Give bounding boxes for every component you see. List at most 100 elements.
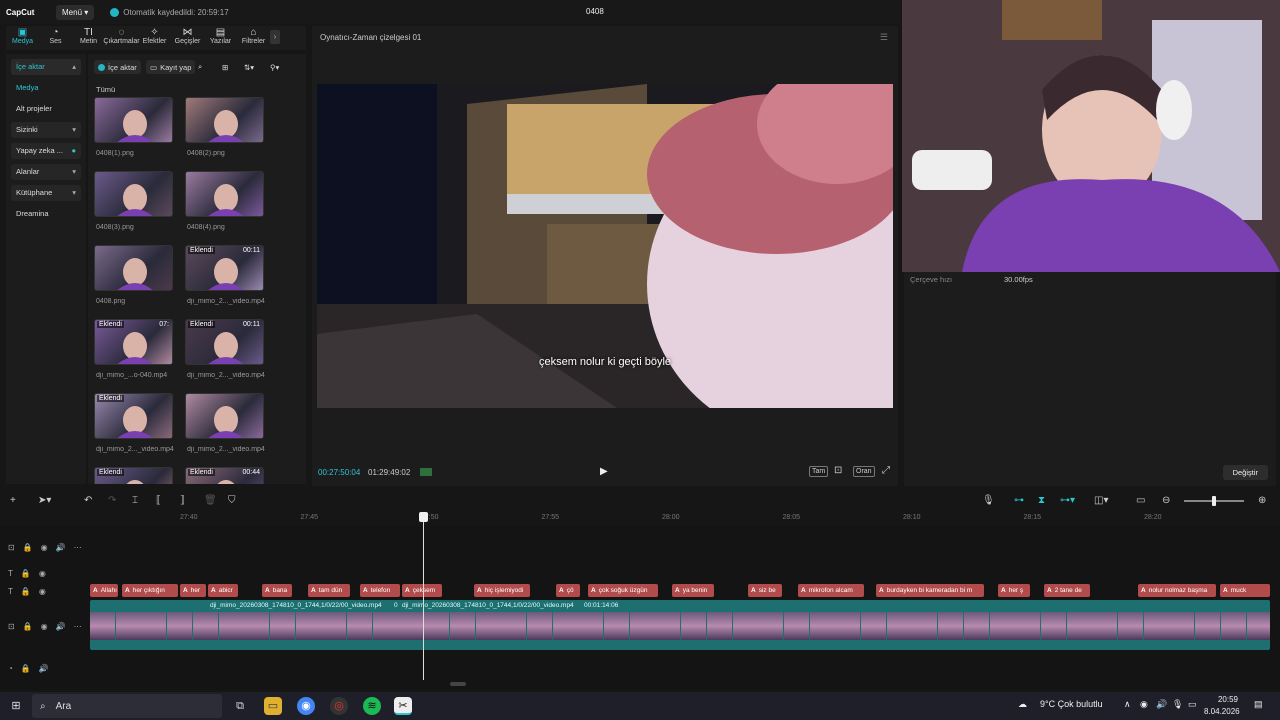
task-view-icon[interactable]: ⧉ <box>231 697 249 715</box>
media-thumbnail[interactable] <box>94 245 173 291</box>
media-thumbnail[interactable] <box>185 393 264 439</box>
eye-icon[interactable]: ◉ <box>39 569 46 578</box>
aspect-icon[interactable]: ◫▾ <box>1094 495 1108 506</box>
more-icon[interactable]: ⋯ <box>74 543 82 552</box>
chrome-icon[interactable]: ◉ <box>297 697 315 715</box>
volume-icon[interactable]: 🔊 <box>56 622 66 631</box>
windows-start-icon[interactable]: ⊞ <box>7 697 25 715</box>
nav-item-2[interactable]: Alt projeler <box>11 101 81 117</box>
text-clip[interactable]: Ahiç işlemiyodi <box>474 584 530 597</box>
media-thumbnail[interactable] <box>185 171 264 217</box>
text-clip[interactable]: Atam dün <box>308 584 350 597</box>
text-clip[interactable]: Açok soğuk üzgün <box>588 584 658 597</box>
zoom-slider[interactable] <box>1184 496 1244 506</box>
import-button[interactable]: İçe aktar <box>94 60 141 74</box>
preview-axis-icon[interactable]: ⊶▾ <box>1060 495 1075 506</box>
obs-icon[interactable]: ◎ <box>330 697 348 715</box>
nav-item-3[interactable]: Sizinki ▾ <box>11 122 81 138</box>
file-explorer-icon[interactable]: ▭ <box>264 697 282 715</box>
playhead[interactable] <box>419 512 428 680</box>
media-thumbnail[interactable]: Eklendi 00:11 <box>185 319 264 365</box>
clock-date[interactable]: 8.04.2026 <box>1204 707 1240 716</box>
tray-mic-icon[interactable]: 🎙 <box>1172 699 1183 710</box>
taskbar-search[interactable]: ⌕ Ara <box>32 694 222 718</box>
nav-item-6[interactable]: Kütüphane ▾ <box>11 185 81 201</box>
media-thumbnail[interactable]: Eklendi <box>94 393 173 439</box>
media-thumbnail[interactable]: Eklendi 07: <box>94 319 173 365</box>
text-clip[interactable]: Açö <box>556 584 580 597</box>
full-quality-button[interactable]: Tam <box>809 466 829 477</box>
text-clip[interactable]: Aher çıktığın <box>122 584 178 597</box>
lock-icon[interactable]: 🔒 <box>23 543 33 552</box>
nav-item-1[interactable]: Medya <box>11 80 81 96</box>
text-clip[interactable]: Aya benin <box>672 584 714 597</box>
eye-icon[interactable]: ◉ <box>41 622 48 631</box>
text-clip[interactable]: Aabicr <box>208 584 238 597</box>
text-clip[interactable]: Açeksem <box>402 584 442 597</box>
tab-captions[interactable]: ▤ Yazılar <box>204 26 237 50</box>
tab-audio[interactable]: ◔ Ses <box>39 26 72 50</box>
tray-record-icon[interactable]: ◉ <box>1140 699 1148 710</box>
add-track-icon[interactable]: + <box>10 495 16 506</box>
sort-icon[interactable]: ⇅▾ <box>240 60 258 74</box>
tab-filters[interactable]: ⌂ Filtreler <box>237 26 270 50</box>
redo-icon[interactable]: ↷ <box>108 495 116 506</box>
play-button[interactable]: ▶ <box>600 466 608 477</box>
nav-item-7[interactable]: Dreamina <box>11 206 81 222</box>
menu-icon[interactable]: ☰ <box>880 32 888 43</box>
split-icon[interactable]: ⌶ <box>132 495 138 506</box>
clock-time[interactable]: 20:59 <box>1210 695 1238 704</box>
marker-icon[interactable]: ⛉ <box>228 495 236 506</box>
text-clip[interactable]: Amikrofon alcam <box>798 584 864 597</box>
fit-icon[interactable]: ⊡ <box>834 465 842 476</box>
link-icon[interactable]: ⊶ <box>1014 495 1024 506</box>
search-icon[interactable]: ⌕ <box>194 60 206 74</box>
zoom-in-icon[interactable]: ⊕ <box>1258 495 1266 506</box>
notification-icon[interactable]: ▤ <box>1254 699 1263 710</box>
snap-icon[interactable]: ⧗ <box>1038 495 1045 506</box>
weather-text[interactable]: 9°C Çok bulutlu <box>1040 699 1103 709</box>
tab-text[interactable]: TI Metin <box>72 26 105 50</box>
all-filter[interactable]: Tümü <box>96 85 115 94</box>
video-preview[interactable]: çeksem nolur ki geçti böyle <box>317 84 893 408</box>
text-clip[interactable]: Asiz be <box>748 584 782 597</box>
text-clip[interactable]: A2 tane de <box>1044 584 1090 597</box>
weather-icon[interactable]: ☁ <box>1018 699 1027 710</box>
tab-effects[interactable]: ✧ Efektler <box>138 26 171 50</box>
microphone-icon[interactable]: 🎙 <box>982 495 995 506</box>
text-clip[interactable]: Aher <box>180 584 206 597</box>
nav-item-0[interactable]: İçe aktar ▴ <box>11 59 81 75</box>
lock-icon[interactable]: 🔒 <box>21 664 31 673</box>
text-clip[interactable]: A Allahı <box>90 584 118 597</box>
spotify-icon[interactable]: ≋ <box>363 697 381 715</box>
change-button[interactable]: Değiştir <box>1222 465 1268 480</box>
nav-item-4[interactable]: Yapay zeka ... ● <box>11 143 81 159</box>
record-button[interactable]: ▭ Kayıt yap <box>146 60 196 74</box>
eye-icon[interactable]: ◉ <box>41 543 48 552</box>
media-thumbnail[interactable]: Eklendi 00:44 <box>185 467 264 484</box>
delete-icon[interactable]: 🗑 <box>204 495 217 506</box>
eye-icon[interactable]: ◉ <box>39 587 46 596</box>
lock-icon[interactable]: 🔒 <box>23 622 33 631</box>
tab-media[interactable]: ▣ Medya <box>6 26 39 50</box>
text-clip[interactable]: Amuck <box>1220 584 1270 597</box>
speaker-icon[interactable]: 🔊 <box>1156 699 1167 710</box>
split-right-icon[interactable]: ⟧ <box>180 495 185 506</box>
text-clip[interactable]: Atelefon <box>360 584 400 597</box>
filter-icon[interactable]: ⚲▾ <box>266 60 283 74</box>
network-icon[interactable]: ▭ <box>1188 699 1197 710</box>
timeline-scrollbar[interactable] <box>450 682 466 686</box>
volume-icon[interactable]: 🔊 <box>56 543 66 552</box>
lock-icon[interactable]: 🔒 <box>21 569 31 578</box>
timeline-ruler[interactable]: 27:40 27:45 27:50 27:55 28:00 28:05 28:10 28:15… <box>90 512 1280 526</box>
media-thumbnail[interactable]: Eklendi 00:11 <box>185 245 264 291</box>
split-left-icon[interactable]: ⟦ <box>156 495 161 506</box>
capcut-taskbar-icon[interactable]: ✂ <box>394 697 412 715</box>
zoom-out-icon[interactable]: ⊖ <box>1162 495 1170 506</box>
zoom-handle[interactable] <box>1212 496 1216 506</box>
media-thumbnail[interactable] <box>185 97 264 143</box>
text-clip[interactable]: Aburdayken bi kameradan bi m <box>876 584 984 597</box>
tray-arrow-icon[interactable]: ∧ <box>1124 699 1131 710</box>
menu-button[interactable]: Menü ▾ <box>56 4 95 20</box>
tab-sticker[interactable]: ◌ Çıkartmalar <box>103 26 139 50</box>
